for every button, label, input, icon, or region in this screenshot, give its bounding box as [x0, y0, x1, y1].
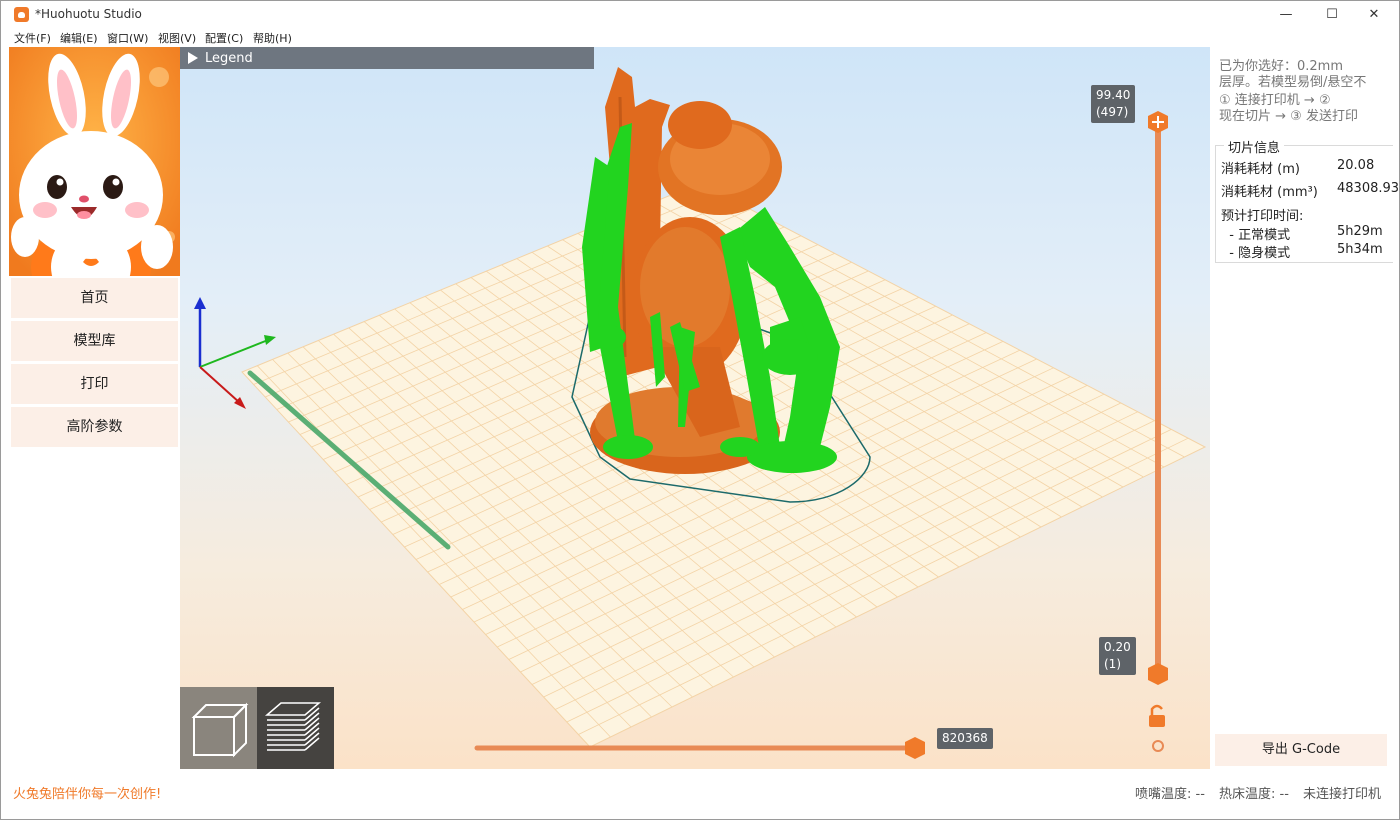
move-slider-handle — [905, 737, 925, 759]
maximize-button[interactable]: ☐ — [1309, 1, 1355, 28]
stealth-mode-value: 5h34m — [1337, 242, 1383, 257]
window-title: *Huohuotu Studio — [35, 7, 142, 21]
view-mode-buttons — [180, 687, 334, 769]
stealth-mode-label: - 隐身模式 — [1221, 246, 1291, 261]
layer-bottom-height: 0.20 — [1104, 640, 1131, 654]
y-axis-icon — [199, 339, 269, 368]
legend-bar[interactable]: Legend — [180, 47, 594, 69]
menu-file[interactable]: 文件(F) — [14, 30, 51, 46]
right-panel: 已为你选好：0.2mm 层厚。若模型易倒/悬空不 ① 连接打印机 → ② 现在切… — [1210, 47, 1399, 769]
filament-length-value: 20.08 — [1337, 158, 1375, 173]
menu-window[interactable]: 窗口(W) — [107, 30, 148, 46]
3d-view-button[interactable] — [180, 687, 257, 769]
tip-line-2: 层厚。若模型易倒/悬空不 — [1219, 75, 1367, 90]
cube-icon — [191, 702, 249, 758]
mascot-image — [9, 47, 180, 276]
sidebar-item-model-library[interactable]: 模型库 — [11, 321, 178, 361]
settings-icon — [1152, 740, 1164, 752]
layer-top-label: 99.40 (497) — [1091, 85, 1136, 123]
printer-status: 未连接打印机 — [1303, 787, 1382, 802]
export-gcode-button[interactable]: 导出 G-Code — [1215, 734, 1387, 766]
nozzle-temp: 喷嘴温度: -- — [1135, 787, 1205, 802]
menu-edit[interactable]: 编辑(E) — [60, 30, 98, 46]
filament-length-label: 消耗耗材 (m) — [1221, 162, 1300, 177]
normal-mode-label: - 正常模式 — [1221, 228, 1291, 243]
menu-help[interactable]: 帮助(H) — [253, 30, 292, 46]
layer-top-height: 99.40 — [1096, 88, 1131, 102]
tip-line-4: 现在切片 → ③ 发送打印 — [1219, 109, 1358, 124]
close-button[interactable]: ✕ — [1351, 1, 1397, 28]
layers-icon — [264, 702, 322, 751]
legend-label: Legend — [205, 51, 253, 66]
x-axis-icon — [199, 366, 241, 404]
sidebar: 首页 模型库 打印 高阶参数 — [9, 47, 180, 769]
filament-volume-label: 消耗耗材 (mm³) — [1221, 185, 1318, 200]
sidebar-item-print[interactable]: 打印 — [11, 364, 178, 404]
build-plate-scene — [194, 67, 1207, 759]
move-value-label: 820368 — [937, 728, 993, 749]
status-bar: 火兔兔陪伴你每一次创作! 喷嘴温度: -- 热床温度: -- 未连接打印机 — [1, 769, 1399, 813]
lock-icon — [1149, 715, 1165, 727]
layer-top-index: (497) — [1096, 105, 1129, 119]
app-logo-icon — [14, 7, 29, 22]
sidebar-item-home[interactable]: 首页 — [11, 278, 178, 318]
sidebar-item-advanced-params[interactable]: 高阶参数 — [11, 407, 178, 447]
expand-arrow-icon — [188, 52, 198, 64]
3d-viewport[interactable]: Legend 99.40 (497) 0.20 (1) 820368 — [180, 47, 1210, 769]
layer-bottom-handle — [1148, 663, 1168, 685]
menu-bar: 文件(F) 编辑(E) 窗口(W) 视图(V) 配置(C) 帮助(H) — [1, 28, 1399, 47]
normal-mode-value: 5h29m — [1337, 224, 1383, 239]
print-time-label: 预计打印时间: — [1221, 209, 1304, 224]
layer-view-button[interactable] — [257, 687, 334, 769]
title-bar: *Huohuotu Studio — ☐ ✕ — [1, 1, 1399, 28]
minimize-button[interactable]: — — [1263, 1, 1309, 28]
menu-config[interactable]: 配置(C) — [205, 30, 243, 46]
menu-view[interactable]: 视图(V) — [158, 30, 196, 46]
slice-info-title: 切片信息 — [1224, 137, 1285, 156]
slice-info-box: 切片信息 消耗耗材 (m) 20.08 消耗耗材 (mm³) 48308.93 … — [1215, 137, 1399, 263]
slogan-text: 火兔兔陪伴你每一次创作! — [13, 787, 162, 802]
layer-bottom-label: 0.20 (1) — [1099, 637, 1136, 675]
app-window: *Huohuotu Studio — ☐ ✕ 文件(F) 编辑(E) 窗口(W)… — [0, 0, 1400, 820]
layer-bottom-index: (1) — [1104, 657, 1121, 671]
filament-volume-value: 48308.93 — [1337, 181, 1400, 196]
bed-temp: 热床温度: -- — [1219, 787, 1289, 802]
